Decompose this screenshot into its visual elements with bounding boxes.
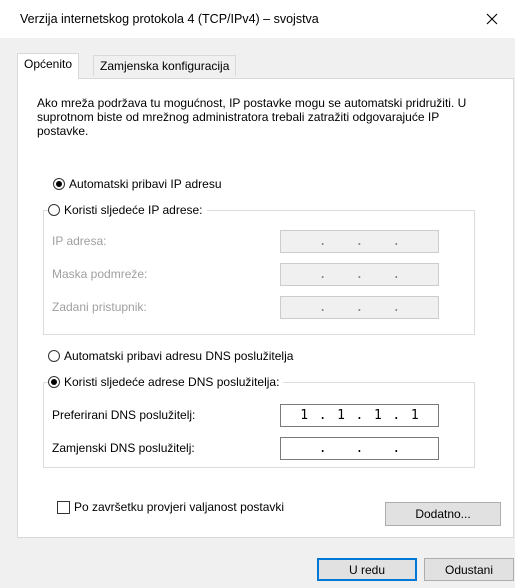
- auto-ip-option[interactable]: Automatski pribavi IP adresu: [53, 177, 222, 191]
- manual-ip-radio[interactable]: [48, 204, 60, 216]
- octet-dot: .: [355, 234, 364, 249]
- manual-dns-option[interactable]: Koristi sljedeće adrese DNS poslužitelja…: [48, 375, 284, 389]
- octet-dot: .: [392, 408, 401, 423]
- manual-dns-radio[interactable]: [48, 376, 60, 388]
- auto-dns-radio[interactable]: [48, 350, 60, 362]
- ip-address-label: IP adresa:: [52, 234, 107, 248]
- validate-settings-checkbox[interactable]: [57, 500, 70, 514]
- octet: 1: [410, 408, 419, 423]
- window-title: Verzija internetskog protokola 4 (TCP/IP…: [20, 12, 319, 26]
- octet: 1: [373, 408, 382, 423]
- validate-settings-option[interactable]: Po završetku provjeri valjanost postavki: [57, 500, 284, 514]
- octet-dot: .: [318, 234, 327, 249]
- validate-settings-label: Po završetku provjeri valjanost postavki: [74, 500, 285, 514]
- tab-general[interactable]: Općenito: [17, 53, 80, 79]
- octet-dot: .: [318, 300, 327, 315]
- octet-dot: .: [355, 441, 364, 456]
- description-text: Ako mreža podržava tu mogućnost, IP post…: [37, 96, 467, 138]
- preferred-dns-label: Preferirani DNS poslužitelj:: [52, 408, 196, 422]
- manual-ip-label: Koristi sljedeće IP adrese:: [64, 203, 203, 217]
- octet-dot: .: [392, 267, 401, 282]
- octet-dot: .: [392, 300, 401, 315]
- octet: 1: [337, 408, 345, 423]
- alternate-dns-label: Zamjenski DNS poslužitelj:: [52, 441, 195, 455]
- tab-alternate-configuration[interactable]: Zamjenska konfiguracija: [93, 55, 237, 76]
- advanced-button[interactable]: Dodatno...: [385, 502, 501, 526]
- auto-dns-label: Automatski pribavi adresu DNS poslužitel…: [64, 349, 294, 363]
- preferred-dns-input[interactable]: 1. 1. 1. 1: [280, 404, 439, 427]
- subnet-mask-input[interactable]: . . .: [280, 263, 439, 286]
- ip-address-input[interactable]: . . .: [280, 230, 439, 253]
- manual-dns-label: Koristi sljedeće adrese DNS poslužitelja…: [64, 375, 280, 389]
- ok-button[interactable]: U redu: [317, 558, 417, 581]
- title-bar: Verzija internetskog protokola 4 (TCP/IP…: [0, 0, 515, 38]
- octet-dot: .: [318, 441, 327, 456]
- octet-dot: .: [318, 408, 327, 423]
- alternate-dns-input[interactable]: . . .: [280, 437, 439, 460]
- octet-dot: .: [392, 441, 401, 456]
- octet-dot: .: [355, 300, 364, 315]
- octet: 1: [300, 408, 309, 423]
- auto-ip-radio[interactable]: [53, 178, 65, 190]
- default-gateway-label: Zadani pristupnik:: [52, 300, 147, 314]
- octet-dot: .: [355, 408, 364, 423]
- octet-dot: .: [318, 267, 327, 282]
- auto-ip-label: Automatski pribavi IP adresu: [69, 177, 222, 191]
- close-icon: [486, 13, 498, 25]
- manual-ip-option[interactable]: Koristi sljedeće IP adrese:: [48, 203, 207, 217]
- octet-dot: .: [392, 234, 401, 249]
- auto-dns-option[interactable]: Automatski pribavi adresu DNS poslužitel…: [48, 349, 293, 363]
- subnet-mask-label: Maska podmreže:: [52, 267, 148, 281]
- close-button[interactable]: [469, 0, 515, 38]
- cancel-button[interactable]: Odustani: [424, 558, 514, 581]
- octet-dot: .: [355, 267, 364, 282]
- default-gateway-input[interactable]: . . .: [280, 296, 439, 319]
